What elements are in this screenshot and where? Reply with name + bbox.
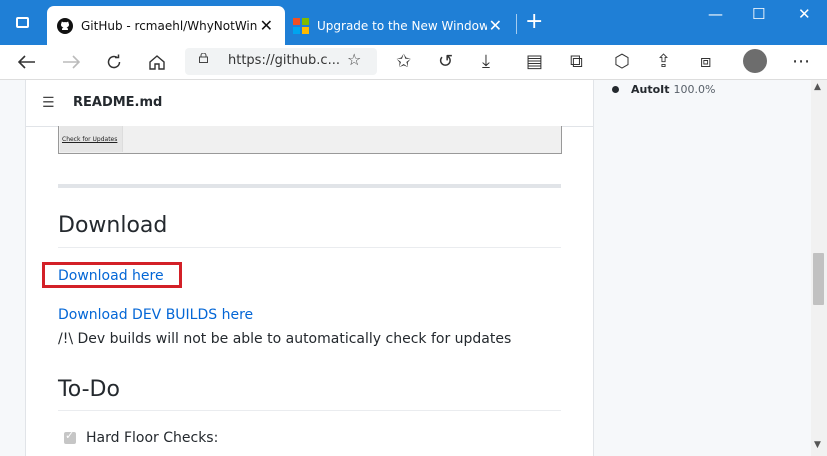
download-heading: Download	[58, 213, 168, 238]
history-icon[interactable]: ↺	[438, 50, 453, 74]
close-window-button[interactable]: ✕	[798, 5, 811, 23]
todo-item: Hard Floor Checks:	[64, 429, 219, 446]
scrollbar[interactable]: ▲ ▼	[811, 80, 827, 456]
list-icon[interactable]: ☰	[42, 95, 55, 111]
scroll-down-icon[interactable]: ▼	[814, 440, 821, 450]
back-icon[interactable]	[18, 55, 36, 69]
highlight-box	[42, 262, 182, 288]
tab-github[interactable]: GitHub - rcmaehl/WhyNotWin11 ✕	[47, 6, 285, 45]
share-icon[interactable]: ⇪	[656, 50, 671, 74]
screenshot-image: Check for Updates	[58, 126, 562, 154]
image-button: Check for Updates	[60, 126, 123, 152]
browser-essentials-icon[interactable]: ⬡	[614, 50, 630, 74]
readme-title: README.md	[73, 95, 163, 110]
scroll-up-icon[interactable]: ▲	[814, 82, 821, 92]
language-autoit: AutoIt 100.0%	[612, 83, 715, 96]
extensions-icon[interactable]: ⧈	[700, 50, 711, 74]
heading-underline	[58, 410, 561, 411]
readme-panel: ☰ README.md Check for Updates Download D…	[25, 80, 594, 456]
section-divider	[58, 184, 561, 188]
refresh-icon[interactable]	[106, 54, 122, 70]
address-url[interactable]: https://github.c...	[228, 53, 340, 68]
more-options-icon[interactable]: ⋯	[792, 50, 810, 74]
tab-bar: GitHub - rcmaehl/WhyNotWin11 ✕ Upgrade t…	[0, 0, 827, 45]
close-tab-icon[interactable]: ✕	[489, 17, 502, 34]
checkbox[interactable]	[64, 429, 76, 444]
download-dev-builds-link[interactable]: Download DEV BUILDS here	[58, 307, 253, 323]
collections-icon[interactable]: ⧉	[570, 50, 583, 74]
immersive-reader-icon[interactable]: ▤	[526, 50, 543, 74]
tab-actions-icon[interactable]	[16, 17, 29, 28]
tab-separator	[516, 14, 517, 34]
image-button-label: Check for Updates	[62, 136, 118, 143]
downloads-icon[interactable]: ⤓	[482, 50, 490, 74]
language-percent: 100.0%	[673, 83, 716, 96]
minimize-button[interactable]: —	[708, 5, 723, 23]
github-icon	[57, 17, 73, 34]
browser-toolbar: https://github.c... ☆ ✩ ↺ ⤓ ▤ ⧉ ⬡ ⇪ ⧈ ⋯	[0, 45, 827, 80]
tab-title: GitHub - rcmaehl/WhyNotWin11	[81, 18, 257, 33]
tab-windows-upgrade[interactable]: Upgrade to the New Windows 1 ✕	[285, 6, 514, 45]
heading-underline	[58, 247, 561, 248]
forward-icon[interactable]	[62, 55, 80, 69]
readme-header: ☰ README.md	[26, 80, 593, 127]
add-favorite-icon[interactable]: ☆	[347, 50, 361, 69]
lock-icon	[199, 53, 208, 63]
todo-item-label: Hard Floor Checks:	[86, 430, 219, 446]
microsoft-icon	[293, 17, 309, 34]
address-bar[interactable]: https://github.c... ☆	[185, 48, 377, 75]
scrollbar-thumb[interactable]	[813, 253, 824, 305]
close-tab-icon[interactable]: ✕	[260, 17, 273, 34]
favorites-icon[interactable]: ✩	[396, 50, 411, 74]
language-color-dot	[612, 86, 619, 93]
language-name: AutoIt	[631, 83, 670, 96]
profile-avatar[interactable]	[743, 49, 767, 73]
dev-builds-note: /!\ Dev builds will not be able to autom…	[58, 331, 512, 347]
tab-title: Upgrade to the New Windows 1	[317, 18, 487, 33]
todo-heading: To-Do	[58, 377, 120, 402]
new-tab-button[interactable]: +	[525, 10, 543, 34]
maximize-button[interactable]: ☐	[752, 5, 765, 23]
home-icon[interactable]	[148, 54, 166, 70]
